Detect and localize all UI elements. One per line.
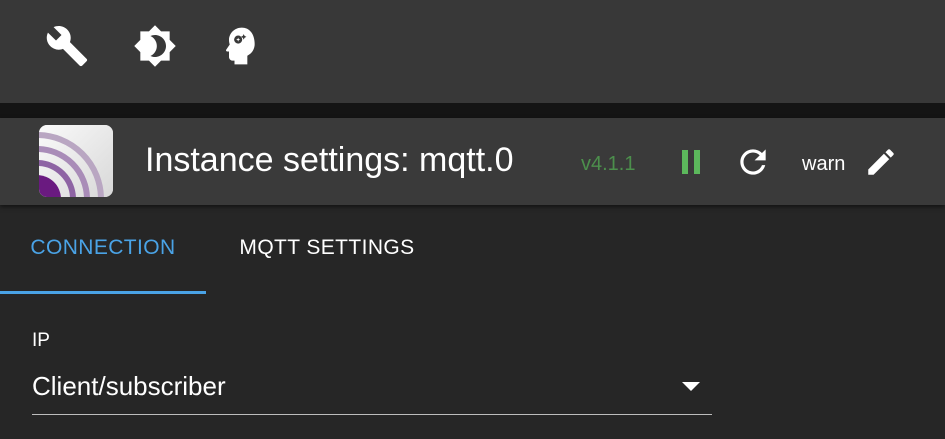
brightness-icon [134, 25, 176, 67]
edit-log-level-button[interactable] [861, 142, 901, 182]
settings-tabs: CONNECTION MQTT SETTINGS [0, 205, 945, 294]
dropdown-arrow-icon [682, 382, 700, 391]
tab-mqtt-settings[interactable]: MQTT SETTINGS [206, 205, 448, 291]
pause-button[interactable] [671, 142, 711, 182]
ip-select-value: Client/subscriber [32, 371, 226, 401]
pause-icon [682, 150, 700, 174]
tab-connection[interactable]: CONNECTION [0, 205, 206, 291]
instance-header: Instance settings: mqtt.0 v4.1.1 warn [0, 118, 945, 205]
expert-mode-button[interactable] [216, 22, 264, 70]
active-tab-indicator [0, 291, 206, 294]
restart-button[interactable] [733, 142, 773, 182]
page-title: Instance settings: mqtt.0 [145, 141, 514, 179]
wrench-icon [46, 26, 88, 67]
theme-toggle-button[interactable] [131, 22, 179, 70]
expert-mode-icon [226, 27, 255, 65]
separator-bar [0, 103, 945, 118]
log-level-label: warn [802, 153, 846, 175]
settings-button[interactable] [43, 22, 91, 70]
version-label: v4.1.1 [581, 153, 636, 175]
adapter-logo [39, 125, 113, 197]
ip-field-label: IP [32, 330, 50, 351]
refresh-icon [740, 149, 766, 175]
ip-select[interactable]: Client/subscriber [32, 362, 712, 415]
top-toolbar [0, 0, 945, 103]
pencil-icon [868, 149, 894, 175]
